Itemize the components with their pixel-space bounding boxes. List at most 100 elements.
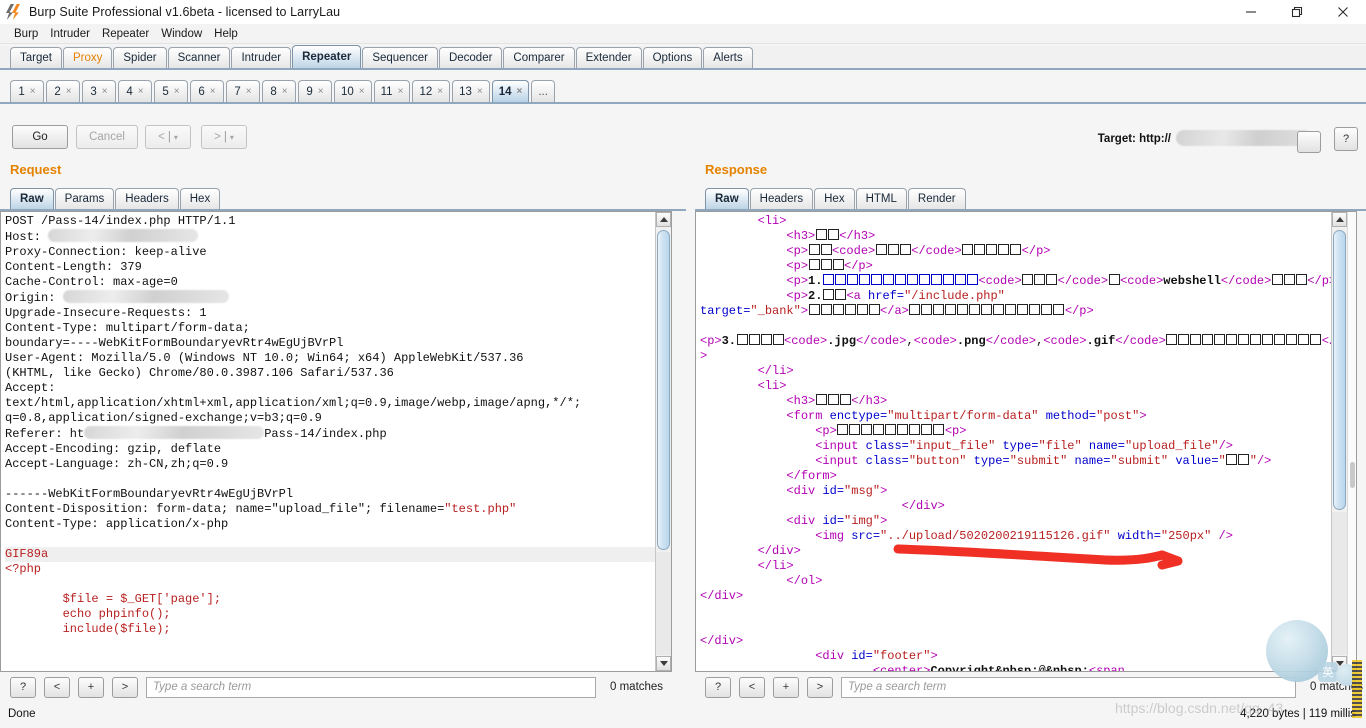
repeater-tab-10[interactable]: 10 × bbox=[334, 80, 372, 102]
repeater-tab-12-label: 12 bbox=[419, 85, 433, 98]
close-icon[interactable]: × bbox=[30, 86, 36, 97]
response-scrollbar[interactable] bbox=[1331, 212, 1347, 671]
request-search-add-button[interactable]: + bbox=[78, 676, 104, 698]
scroll-up-icon[interactable] bbox=[1332, 212, 1347, 227]
scrollbar-track[interactable] bbox=[1332, 512, 1347, 655]
response-search-prev-button[interactable]: < bbox=[739, 676, 765, 698]
redacted-origin bbox=[62, 290, 229, 303]
request-search-help-button[interactable]: ? bbox=[10, 676, 36, 698]
request-tab-params[interactable]: Params bbox=[54, 188, 115, 209]
request-editor[interactable]: POST /Pass-14/index.php HTTP/1.1 Host: P… bbox=[0, 211, 672, 672]
menu-item-repeater[interactable]: Repeater bbox=[96, 27, 155, 41]
menu-item-burp[interactable]: Burp bbox=[8, 27, 44, 41]
go-button[interactable]: Go bbox=[12, 125, 68, 149]
response-search-row: ? < + > Type a search term 0 matches bbox=[705, 675, 1366, 699]
menu-item-help[interactable]: Help bbox=[208, 27, 244, 41]
repeater-tab-6[interactable]: 6 × bbox=[190, 80, 224, 102]
close-icon[interactable]: × bbox=[102, 86, 108, 97]
scroll-down-icon[interactable] bbox=[656, 656, 671, 671]
target-edit-button[interactable] bbox=[1297, 131, 1321, 153]
repeater-tab-9[interactable]: 9 × bbox=[298, 80, 332, 102]
restore-icon[interactable] bbox=[1274, 0, 1320, 24]
close-icon[interactable]: × bbox=[174, 86, 180, 97]
repeater-tab-4[interactable]: 4 × bbox=[118, 80, 152, 102]
repeater-tab-12[interactable]: 12 × bbox=[412, 80, 451, 102]
response-search-add-button[interactable]: + bbox=[773, 676, 799, 698]
response-search-help-button[interactable]: ? bbox=[705, 676, 731, 698]
previous-request-button[interactable]: < | ▾ bbox=[145, 125, 191, 149]
repeater-tab-11[interactable]: 11 × bbox=[373, 80, 411, 102]
response-tab-render[interactable]: Render bbox=[907, 188, 966, 209]
help-button[interactable]: ? bbox=[1334, 127, 1358, 151]
ime-toolbar-strip[interactable] bbox=[1352, 660, 1362, 718]
tab-options[interactable]: Options bbox=[642, 47, 703, 68]
repeater-tab-9-label: 9 bbox=[306, 85, 313, 98]
tab-scanner[interactable]: Scanner bbox=[167, 47, 231, 68]
request-search-next-button[interactable]: > bbox=[112, 676, 138, 698]
repeater-tab-14[interactable]: 14 × bbox=[491, 80, 530, 102]
request-search-input[interactable]: Type a search term bbox=[146, 676, 596, 698]
close-icon[interactable]: × bbox=[66, 86, 72, 97]
response-outer-scrollbar[interactable] bbox=[1347, 212, 1356, 671]
scroll-up-icon[interactable] bbox=[656, 212, 671, 227]
request-tab-hex[interactable]: Hex bbox=[179, 188, 221, 209]
tab-spider[interactable]: Spider bbox=[113, 47, 167, 68]
request-scrollbar[interactable] bbox=[655, 212, 671, 671]
repeater-tab-1[interactable]: 1 × bbox=[10, 80, 44, 102]
response-tab-html[interactable]: HTML bbox=[855, 188, 907, 209]
close-icon[interactable]: × bbox=[246, 86, 252, 97]
tab-intruder[interactable]: Intruder bbox=[231, 47, 292, 68]
repeater-tab-more[interactable]: ... bbox=[531, 80, 555, 102]
close-icon[interactable]: × bbox=[138, 86, 144, 97]
response-tab-raw[interactable]: Raw bbox=[705, 188, 749, 209]
repeater-tab-8[interactable]: 8 × bbox=[262, 80, 296, 102]
request-tab-headers[interactable]: Headers bbox=[115, 188, 179, 209]
tab-target[interactable]: Target bbox=[10, 47, 62, 68]
repeater-tab-5[interactable]: 5 × bbox=[154, 80, 188, 102]
minimize-icon[interactable] bbox=[1228, 0, 1274, 24]
cancel-button[interactable]: Cancel bbox=[76, 125, 138, 149]
repeater-tab-6-label: 6 bbox=[198, 85, 205, 98]
window-title: Burp Suite Professional v1.6beta - licen… bbox=[29, 5, 341, 19]
tab-extender[interactable]: Extender bbox=[575, 47, 642, 68]
tab-comparer[interactable]: Comparer bbox=[503, 47, 575, 68]
next-request-button[interactable]: > | ▾ bbox=[201, 125, 247, 149]
close-icon[interactable]: × bbox=[282, 86, 288, 97]
request-search-prev-button[interactable]: < bbox=[44, 676, 70, 698]
menu-item-window[interactable]: Window bbox=[155, 27, 208, 41]
tab-proxy[interactable]: Proxy bbox=[62, 47, 113, 68]
close-icon[interactable]: × bbox=[359, 86, 365, 97]
close-icon[interactable] bbox=[1320, 0, 1366, 24]
scrollbar-track[interactable] bbox=[656, 552, 671, 655]
scrollbar-thumb[interactable] bbox=[1333, 230, 1346, 510]
tab-decoder[interactable]: Decoder bbox=[438, 47, 503, 68]
title-bar: Burp Suite Professional v1.6beta - licen… bbox=[0, 0, 1366, 25]
response-tab-headers[interactable]: Headers bbox=[749, 188, 814, 209]
response-tab-hex[interactable]: Hex bbox=[814, 188, 855, 209]
repeater-tab-3[interactable]: 3 × bbox=[82, 80, 116, 102]
scrollbar-thumb[interactable] bbox=[657, 230, 670, 550]
close-icon[interactable]: × bbox=[517, 86, 523, 97]
request-tab-raw[interactable]: Raw bbox=[10, 188, 54, 209]
close-icon[interactable]: × bbox=[318, 86, 324, 97]
request-search-row: ? < + > Type a search term 0 matches bbox=[10, 675, 686, 699]
tab-repeater[interactable]: Repeater bbox=[292, 45, 362, 68]
response-editor[interactable]: <li> <h3> </h3> <p> <code> </code> </p> <p> <… bbox=[695, 211, 1357, 672]
close-icon[interactable]: × bbox=[210, 86, 216, 97]
close-icon[interactable]: × bbox=[398, 86, 404, 97]
repeater-tab-2[interactable]: 2 × bbox=[46, 80, 80, 102]
ime-language-indicator[interactable]: 英 bbox=[1318, 662, 1338, 682]
repeater-tab-13-label: 13 bbox=[459, 85, 472, 98]
repeater-tab-13[interactable]: 13 × bbox=[452, 80, 490, 102]
php-code-body: $file = $_GET['page']; echo phpinfo(); i… bbox=[62, 592, 222, 636]
menu-item-intruder[interactable]: Intruder bbox=[44, 27, 96, 41]
response-search-input[interactable]: Type a search term bbox=[841, 676, 1296, 698]
tab-sequencer[interactable]: Sequencer bbox=[362, 47, 438, 68]
tab-alerts[interactable]: Alerts bbox=[703, 47, 753, 68]
repeater-tab-4-label: 4 bbox=[126, 85, 133, 98]
repeater-tab-7[interactable]: 7 × bbox=[226, 80, 260, 102]
outer-scrollbar-thumb[interactable] bbox=[1350, 462, 1355, 488]
close-icon[interactable]: × bbox=[477, 86, 483, 97]
close-icon[interactable]: × bbox=[437, 86, 443, 97]
response-search-next-button[interactable]: > bbox=[807, 676, 833, 698]
